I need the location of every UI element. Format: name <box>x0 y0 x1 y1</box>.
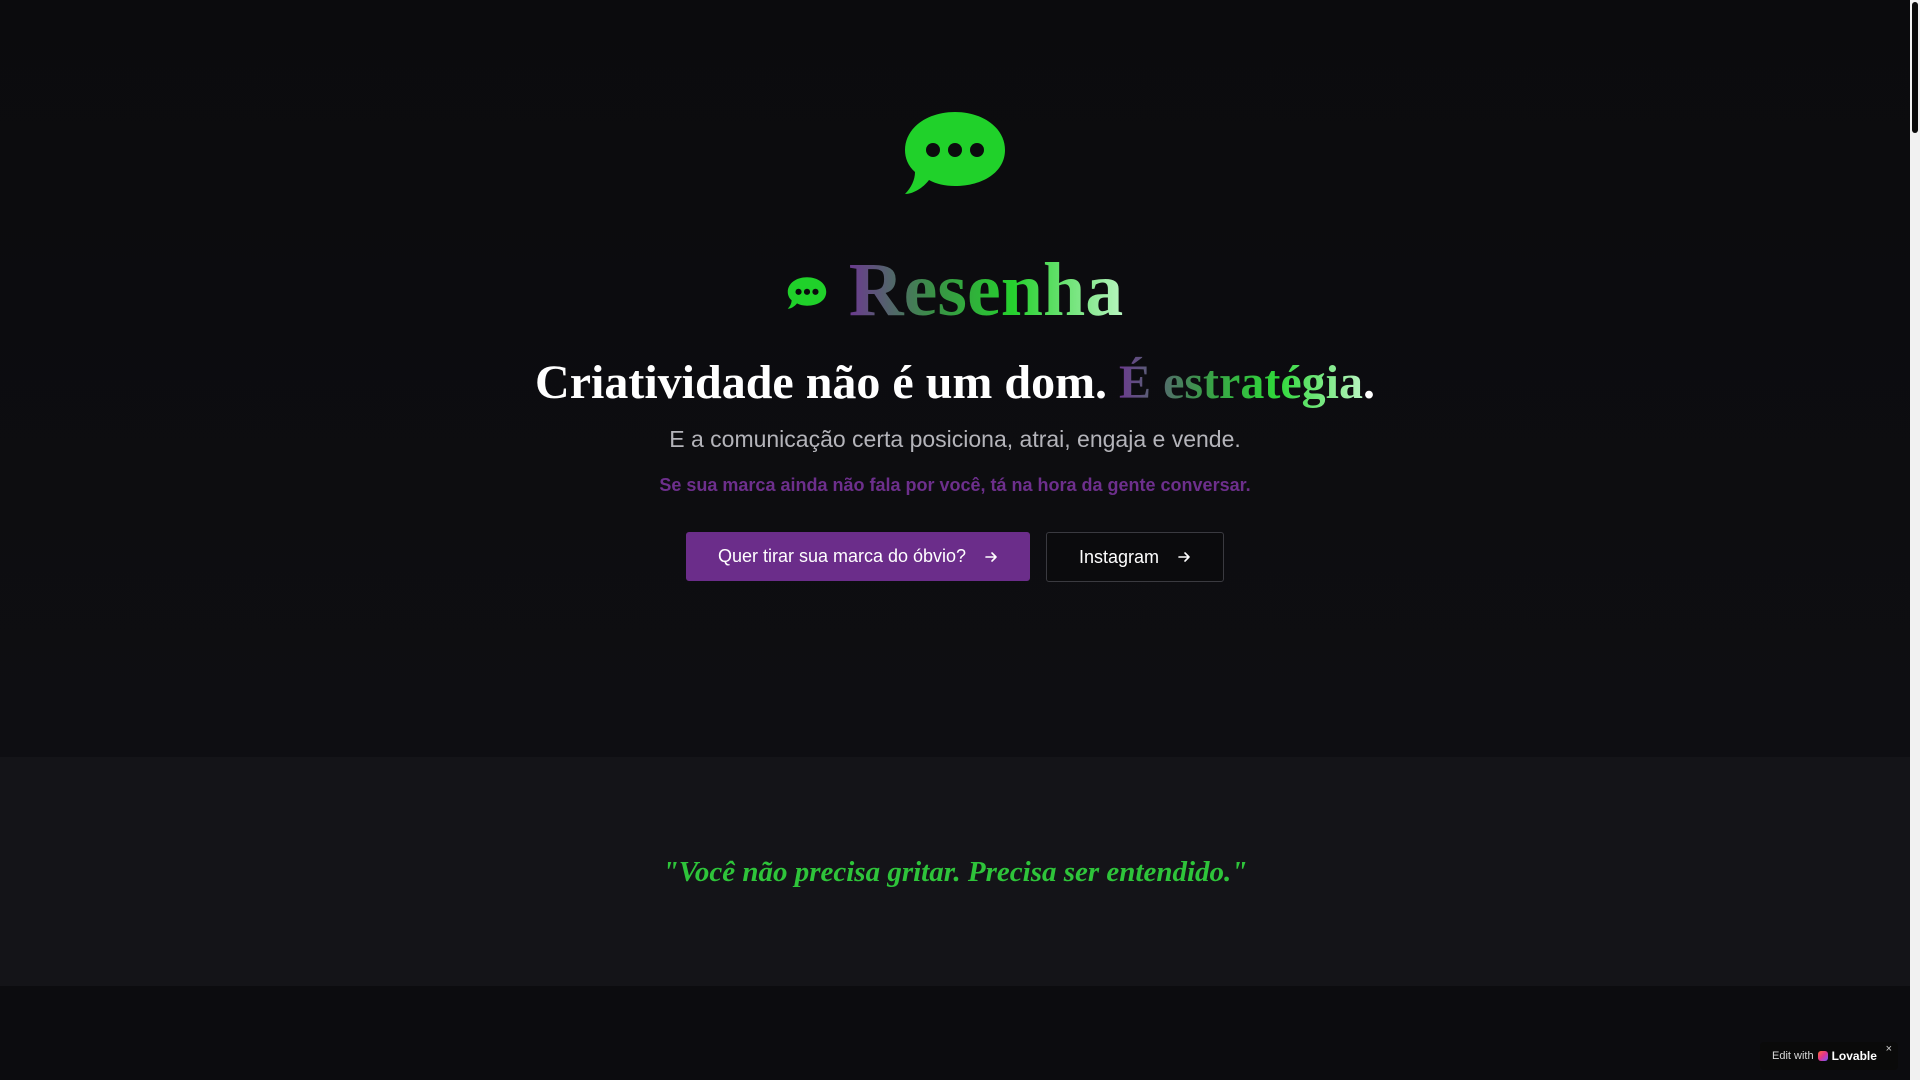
headline-main: Criatividade não é um dom. <box>535 356 1120 409</box>
arrow-right-icon <box>985 551 997 562</box>
chat-bubble-icon <box>905 112 1005 194</box>
page: Resenha Criatividade não é um dom. É est… <box>0 0 1920 1080</box>
arrow-right-icon <box>1178 552 1190 562</box>
brand-logo: Resenha <box>0 250 1910 330</box>
page-headline: Criatividade não é um dom. É estratégia. <box>0 355 1910 411</box>
close-icon[interactable]: × <box>1886 1043 1892 1055</box>
chat-bubble-small-icon <box>787 277 826 309</box>
edit-with-lovable-badge[interactable]: Edit with Lovable × <box>1760 1042 1898 1070</box>
scrollbar-thumb[interactable] <box>1912 2 1918 133</box>
headline-accent: É estratégia <box>1119 356 1363 409</box>
hero-tagline: Se sua marca ainda não fala por você, tá… <box>659 475 1251 495</box>
headline-period: . <box>1362 356 1375 409</box>
quote-text: "Você não precisa gritar. Precisa ser en… <box>662 856 1248 888</box>
instagram-label: Instagram <box>1078 546 1160 567</box>
badge-prefix: Edit with <box>1772 1050 1814 1062</box>
brand-name: Resenha <box>848 248 1124 332</box>
contact-cta-label: Quer tirar sua marca do óbvio? <box>717 546 967 566</box>
bottom-section <box>0 986 1910 1080</box>
lovable-logo-icon <box>1817 1051 1828 1061</box>
instagram-button[interactable]: Instagram <box>1046 532 1224 582</box>
badge-brand: Lovable <box>1831 1049 1877 1063</box>
hero-subtitle: E a comunicação certa posiciona, atrai, … <box>669 426 1241 452</box>
contact-cta-button[interactable]: Quer tirar sua marca do óbvio? <box>686 532 1030 581</box>
scrollbar-track[interactable] <box>1910 0 1920 1080</box>
